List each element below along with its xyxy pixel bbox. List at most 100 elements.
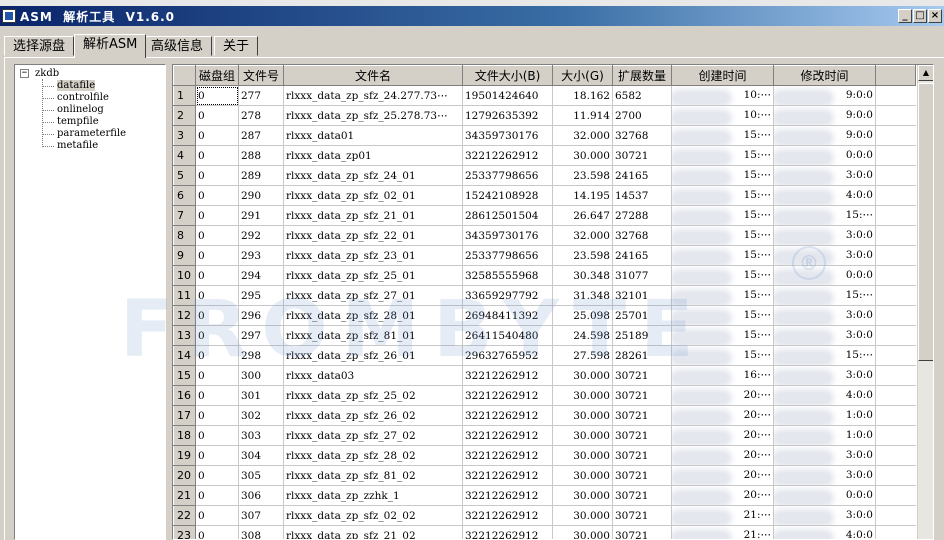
table-row[interactable]: 19 0 304 rlxxx_data_zp_sfz_28_02 32212262912…: [173, 445, 916, 466]
cell-diskgroup[interactable]: 0: [195, 265, 239, 286]
cell-size-gb[interactable]: 30.000: [552, 425, 613, 446]
cell-size-gb[interactable]: 26.647: [552, 205, 613, 226]
tab-select-source[interactable]: 选择源盘: [4, 36, 75, 56]
col-header-size-gb[interactable]: 大小(G): [552, 65, 613, 86]
cell-extent-count[interactable]: 32101: [612, 285, 672, 306]
cell-modify-time[interactable]: 3:0:0: [773, 165, 876, 186]
collapse-icon[interactable]: −: [20, 69, 29, 78]
cell-extent-count[interactable]: 30721: [612, 385, 672, 406]
cell-size-gb[interactable]: 27.598: [552, 345, 613, 366]
cell-file-size-bytes[interactable]: 32585555968: [462, 265, 553, 286]
cell-size-gb[interactable]: 30.000: [552, 385, 613, 406]
row-header[interactable]: 4: [173, 145, 196, 166]
table-row[interactable]: 22 0 307 rlxxx_data_zp_sfz_02_02 32212262912…: [173, 505, 916, 526]
tree-item-parameterfile[interactable]: parameterfile: [42, 128, 126, 140]
row-header[interactable]: 1: [173, 85, 196, 106]
cell-file-name[interactable]: rlxxx_data_zp_sfz_02_02: [283, 505, 463, 526]
cell-size-gb[interactable]: 30.000: [552, 145, 613, 166]
cell-file-name[interactable]: rlxxx_data_zp_sfz_24.277.73⋯: [283, 85, 463, 106]
row-header[interactable]: 13: [173, 325, 196, 346]
table-row[interactable]: 6 0 290 rlxxx_data_zp_sfz_02_01 15242108928 1…: [173, 185, 916, 206]
table-row[interactable]: 15 0 300 rlxxx_data03 32212262912 30.000 30721…: [173, 365, 916, 386]
cell-extent-count[interactable]: 30721: [612, 445, 672, 466]
cell-file-name[interactable]: rlxxx_data_zp_sfz_02_01: [283, 185, 463, 206]
cell-size-gb[interactable]: 31.348: [552, 285, 613, 306]
cell-extent-count[interactable]: 30721: [612, 405, 672, 426]
cell-file-name[interactable]: rlxxx_data_zp_sfz_21_02: [283, 525, 463, 539]
cell-file-size-bytes[interactable]: 34359730176: [462, 225, 553, 246]
table-row[interactable]: 20 0 305 rlxxx_data_zp_sfz_81_02 32212262912…: [173, 465, 916, 486]
cell-extent-count[interactable]: 25701: [612, 305, 672, 326]
cell-file-name[interactable]: rlxxx_data_zp_zzhk_1: [283, 485, 463, 506]
cell-modify-time[interactable]: 9:0:0: [773, 125, 876, 146]
cell-diskgroup[interactable]: 0: [195, 85, 239, 106]
cell-create-time[interactable]: 15:⋯: [671, 325, 774, 346]
cell-file-name[interactable]: rlxxx_data01: [283, 125, 463, 146]
cell-file-name[interactable]: rlxxx_data_zp01: [283, 145, 463, 166]
file-type-tree[interactable]: − zkdb datafile controlfile onlinelog tem…: [14, 64, 166, 540]
cell-file-name[interactable]: rlxxx_data_zp_sfz_22_01: [283, 225, 463, 246]
row-header[interactable]: 21: [173, 485, 196, 506]
col-header-diskgroup[interactable]: 磁盘组: [195, 65, 239, 86]
cell-modify-time[interactable]: 1:0:0: [773, 405, 876, 426]
cell-size-gb[interactable]: 24.598: [552, 325, 613, 346]
cell-size-gb[interactable]: 23.598: [552, 165, 613, 186]
cell-create-time[interactable]: 15:⋯: [671, 145, 774, 166]
cell-size-gb[interactable]: 18.162: [552, 85, 613, 106]
cell-diskgroup[interactable]: 0: [195, 445, 239, 466]
cell-file-size-bytes[interactable]: 33659297792: [462, 285, 553, 306]
cell-extent-count[interactable]: 30721: [612, 505, 672, 526]
cell-modify-time[interactable]: 9:0:0: [773, 105, 876, 126]
cell-file-size-bytes[interactable]: 32212262912: [462, 405, 553, 426]
table-row[interactable]: 2 0 278 rlxxx_data_zp_sfz_25.278.73⋯ 1279263…: [173, 105, 916, 126]
cell-modify-time[interactable]: 9:0:0: [773, 85, 876, 106]
row-header[interactable]: 20: [173, 465, 196, 486]
cell-file-name[interactable]: rlxxx_data_zp_sfz_27_02: [283, 425, 463, 446]
cell-modify-time[interactable]: 3:0:0: [773, 245, 876, 266]
vertical-scrollbar[interactable]: ▲: [917, 65, 933, 539]
cell-file-name[interactable]: rlxxx_data_zp_sfz_28_02: [283, 445, 463, 466]
row-header[interactable]: 23: [173, 525, 196, 539]
cell-file-name[interactable]: rlxxx_data_zp_sfz_25_01: [283, 265, 463, 286]
cell-file-name[interactable]: rlxxx_data_zp_sfz_23_01: [283, 245, 463, 266]
col-header-file-size-bytes[interactable]: 文件大小(B): [462, 65, 553, 86]
cell-modify-time[interactable]: 4:0:0: [773, 385, 876, 406]
row-header[interactable]: 18: [173, 425, 196, 446]
col-header-modify-time[interactable]: 修改时间: [773, 65, 876, 86]
cell-size-gb[interactable]: 32.000: [552, 125, 613, 146]
row-header[interactable]: 6: [173, 185, 196, 206]
tab-about[interactable]: 关于: [214, 36, 259, 56]
table-row[interactable]: 14 0 298 rlxxx_data_zp_sfz_26_01 29632765952…: [173, 345, 916, 366]
row-header[interactable]: 17: [173, 405, 196, 426]
cell-create-time[interactable]: 21:⋯: [671, 505, 774, 526]
cell-file-number[interactable]: 303: [238, 425, 284, 446]
table-row[interactable]: 17 0 302 rlxxx_data_zp_sfz_26_02 32212262912…: [173, 405, 916, 426]
table-row[interactable]: 5 0 289 rlxxx_data_zp_sfz_24_01 25337798656 2…: [173, 165, 916, 186]
cell-diskgroup[interactable]: 0: [195, 325, 239, 346]
col-header-create-time[interactable]: 创建时间: [671, 65, 774, 86]
cell-diskgroup[interactable]: 0: [195, 365, 239, 386]
row-header[interactable]: 8: [173, 225, 196, 246]
scroll-thumb[interactable]: [918, 83, 933, 361]
cell-modify-time[interactable]: 0:0:0: [773, 145, 876, 166]
cell-create-time[interactable]: 16:⋯: [671, 365, 774, 386]
cell-diskgroup[interactable]: 0: [195, 425, 239, 446]
row-header[interactable]: 11: [173, 285, 196, 306]
cell-extent-count[interactable]: 31077: [612, 265, 672, 286]
cell-extent-count[interactable]: 30721: [612, 465, 672, 486]
cell-file-number[interactable]: 295: [238, 285, 284, 306]
cell-size-gb[interactable]: 30.000: [552, 405, 613, 426]
table-row[interactable]: 18 0 303 rlxxx_data_zp_sfz_27_02 32212262912…: [173, 425, 916, 446]
cell-file-name[interactable]: rlxxx_data_zp_sfz_27_01: [283, 285, 463, 306]
cell-file-number[interactable]: 298: [238, 345, 284, 366]
cell-size-gb[interactable]: 11.914: [552, 105, 613, 126]
cell-file-number[interactable]: 292: [238, 225, 284, 246]
table-row[interactable]: 8 0 292 rlxxx_data_zp_sfz_22_01 34359730176 3…: [173, 225, 916, 246]
row-header[interactable]: 16: [173, 385, 196, 406]
cell-file-size-bytes[interactable]: 32212262912: [462, 465, 553, 486]
cell-file-name[interactable]: rlxxx_data03: [283, 365, 463, 386]
cell-file-size-bytes[interactable]: 25337798656: [462, 165, 553, 186]
cell-create-time[interactable]: 15:⋯: [671, 125, 774, 146]
cell-size-gb[interactable]: 30.000: [552, 465, 613, 486]
cell-size-gb[interactable]: 23.598: [552, 245, 613, 266]
